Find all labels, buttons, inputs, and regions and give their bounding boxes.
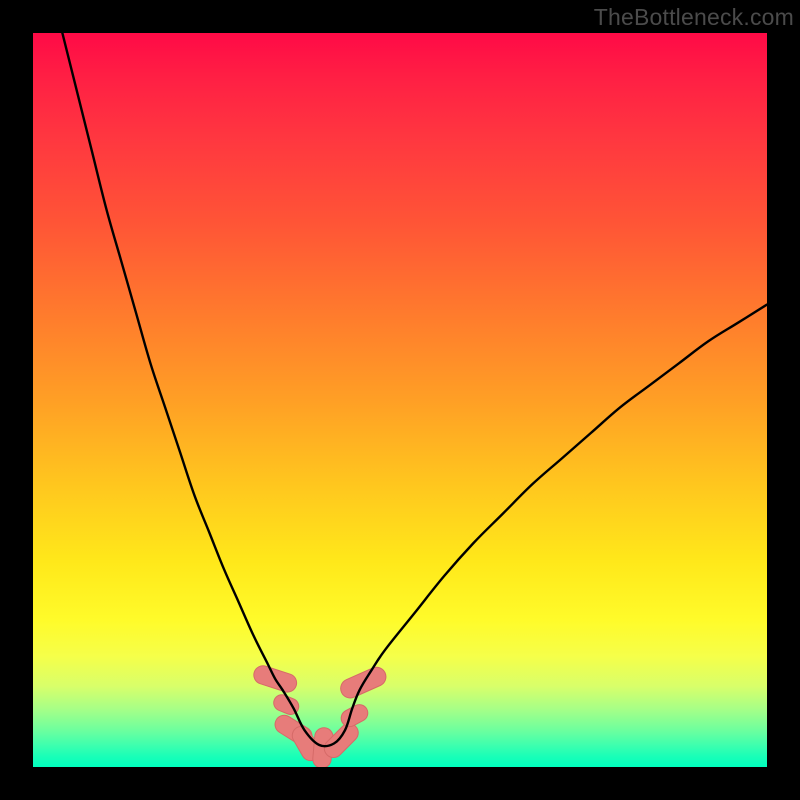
watermark-text: TheBottleneck.com: [594, 4, 794, 31]
plot-area: [33, 33, 767, 767]
curve-layer: [33, 33, 767, 767]
chart-frame: TheBottleneck.com: [0, 0, 800, 800]
bottleneck-curve: [62, 33, 767, 746]
bead-markers: [251, 663, 389, 767]
